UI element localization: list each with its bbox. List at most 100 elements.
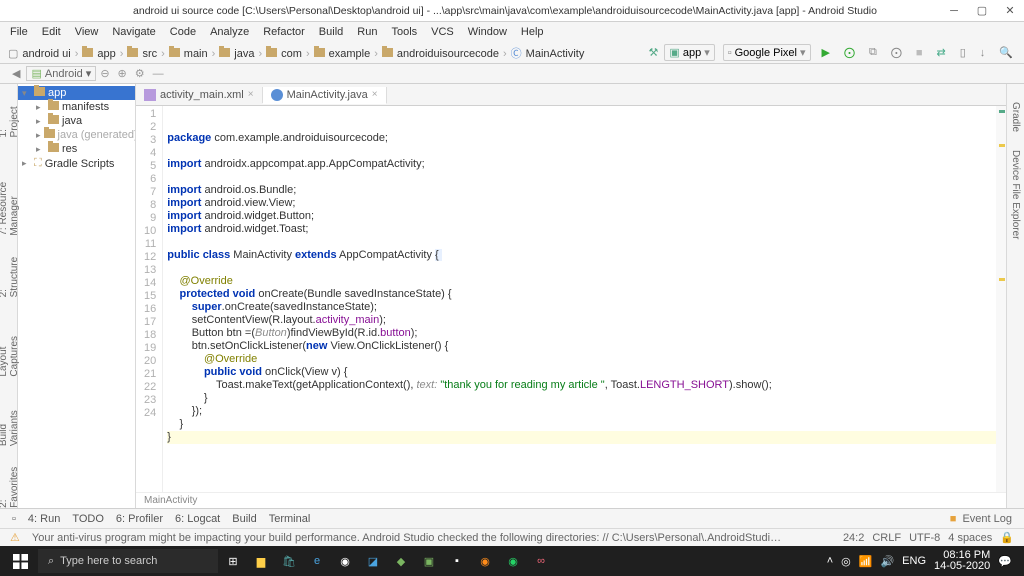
menu-window[interactable]: Window [462, 24, 513, 40]
file-encoding[interactable]: UTF-8 [905, 532, 944, 544]
sync-gradle-button[interactable]: ⇄ [932, 44, 951, 61]
bottom-tool-tab[interactable]: Terminal [263, 511, 317, 527]
tab-close-icon[interactable]: × [248, 89, 254, 100]
tool-window-tab[interactable]: Layout Captures [0, 315, 20, 377]
app-pycharm-icon[interactable]: ▣ [416, 546, 442, 576]
bottom-tool-tab[interactable]: TODO [66, 511, 110, 527]
tree-item[interactable]: ▸res [18, 142, 135, 156]
bottom-messages-icon[interactable]: ▫ [6, 511, 22, 527]
menu-edit[interactable]: Edit [36, 24, 67, 40]
line-separator[interactable]: CRLF [868, 532, 905, 544]
profile-button[interactable]: ⧉ [864, 44, 882, 61]
app-androidstudio-icon[interactable]: ◆ [388, 546, 414, 576]
tree-item[interactable]: ▸⛶Gradle Scripts [18, 156, 135, 171]
app-vscode-icon[interactable]: ◪ [360, 546, 386, 576]
app-whatsapp-icon[interactable]: ◉ [500, 546, 526, 576]
app-edge-icon[interactable]: e [304, 546, 330, 576]
system-tray[interactable]: ˄ ◎ 📶 🔊 ENG 08:16 PM14-05-2020 💬 [819, 550, 1020, 572]
editor-breadcrumb[interactable]: MainActivity [136, 492, 1006, 508]
tray-language-icon[interactable]: ENG [902, 555, 926, 567]
project-tree[interactable]: ▾app▸manifests▸java▸java (generated)▸res… [18, 84, 135, 508]
close-button[interactable]: ✕ [996, 0, 1024, 22]
tab-close-icon[interactable]: × [372, 89, 378, 100]
menu-analyze[interactable]: Analyze [204, 24, 255, 40]
tree-item[interactable]: ▸java (generated) [18, 128, 135, 142]
breadcrumb-item[interactable]: android ui [20, 48, 72, 60]
minimize-button[interactable]: ─ [940, 0, 968, 22]
settings-gear-icon[interactable]: ⚙ [131, 67, 149, 80]
build-hammer-icon[interactable]: ⚒ [649, 46, 659, 59]
breadcrumb-item[interactable]: main [182, 48, 210, 60]
tree-item[interactable]: ▸manifests [18, 100, 135, 114]
event-log-button[interactable]: Event Log [944, 511, 1018, 527]
menu-run[interactable]: Run [351, 24, 383, 40]
menu-refactor[interactable]: Refactor [257, 24, 311, 40]
tool-window-tab[interactable]: Build Variants [0, 395, 20, 446]
search-everywhere-button[interactable]: 🔍 [994, 44, 1018, 61]
tray-wifi-icon[interactable]: 📶 [859, 555, 873, 568]
tree-item[interactable]: ▸java [18, 114, 135, 128]
app-cmd-icon[interactable]: ▪ [444, 546, 470, 576]
error-stripe[interactable] [996, 106, 1006, 492]
menu-vcs[interactable]: VCS [425, 24, 460, 40]
app-other-icon[interactable]: ∞ [528, 546, 554, 576]
tool-window-tab[interactable]: Gradle [1010, 102, 1021, 132]
stop-button[interactable]: ■ [911, 45, 928, 61]
breadcrumb-item[interactable]: java [232, 48, 256, 60]
avd-manager-button[interactable]: ▯ [955, 44, 971, 61]
tool-window-tab[interactable]: Device File Explorer [1010, 150, 1021, 239]
project-arrow-icon[interactable]: ◀ [6, 67, 26, 80]
indent-setting[interactable]: 4 spaces [944, 532, 996, 544]
menu-navigate[interactable]: Navigate [106, 24, 161, 40]
menu-view[interactable]: View [69, 24, 105, 40]
maximize-button[interactable]: ▢ [968, 0, 996, 22]
expand-icon[interactable]: ⊕ [114, 67, 131, 80]
start-button[interactable] [4, 546, 36, 576]
menu-build[interactable]: Build [313, 24, 349, 40]
code-editor[interactable]: 123456789101112131415161718192021222324 … [136, 106, 1006, 492]
app-explorer-icon[interactable]: ▆ [248, 546, 274, 576]
menu-code[interactable]: Code [164, 24, 202, 40]
breadcrumb-item[interactable]: MainActivity [524, 48, 587, 60]
run-button[interactable]: ▶ [817, 44, 835, 61]
app-store-icon[interactable]: 🛍 [276, 546, 302, 576]
bottom-tool-tab[interactable]: 4: Run [22, 511, 66, 527]
tray-location-icon[interactable]: ◎ [841, 555, 851, 568]
tool-window-tab[interactable]: 2: Structure [0, 254, 20, 297]
tray-notifications-icon[interactable]: 💬 [998, 555, 1012, 568]
project-view-selector[interactable]: ▤Android▾ [26, 66, 96, 81]
tray-volume-icon[interactable]: 🔊 [880, 555, 894, 568]
tool-window-tab[interactable]: 7: Resource Manager [0, 155, 20, 236]
taskbar-search[interactable]: ⌕Type here to search [38, 549, 218, 573]
device-selector[interactable]: ▫Google Pixel▾ [723, 44, 811, 61]
menu-tools[interactable]: Tools [385, 24, 423, 40]
tool-window-tab[interactable]: 1: Project [0, 102, 20, 137]
breadcrumb-item[interactable]: src [140, 48, 159, 60]
breadcrumb-item[interactable]: example [327, 48, 373, 60]
run-config-selector[interactable]: ▣app▾ [664, 44, 714, 61]
tray-chevron-icon[interactable]: ˄ [827, 555, 833, 567]
editor-tab[interactable]: activity_main.xml× [136, 87, 263, 103]
code-content[interactable]: package com.example.androiduisourcecode;… [163, 106, 1006, 492]
editor-tab[interactable]: MainActivity.java× [263, 87, 387, 104]
debug-button[interactable]: ⨀ [839, 44, 860, 61]
menu-help[interactable]: Help [515, 24, 550, 40]
app-firefox-icon[interactable]: ◉ [472, 546, 498, 576]
hide-icon[interactable]: — [149, 68, 168, 80]
taskbar-clock[interactable]: 08:16 PM14-05-2020 [934, 550, 990, 572]
task-view-icon[interactable]: ⊞ [220, 546, 246, 576]
tree-item[interactable]: ▾app [18, 86, 135, 100]
attach-debugger-button[interactable]: ⨀ [886, 44, 907, 61]
breadcrumb-item[interactable]: com [279, 48, 304, 60]
tool-window-tab[interactable]: 2: Favorites [0, 464, 20, 508]
breadcrumb-item[interactable]: app [95, 48, 117, 60]
menu-file[interactable]: File [4, 24, 34, 40]
breadcrumb-item[interactable]: androiduisourcecode [395, 48, 501, 60]
collapse-icon[interactable]: ⊖ [96, 67, 113, 80]
lock-icon[interactable]: 🔒 [996, 531, 1018, 544]
bottom-tool-tab[interactable]: 6: Logcat [169, 511, 226, 527]
sdk-manager-button[interactable]: ↓ [975, 45, 991, 61]
app-chrome-icon[interactable]: ◉ [332, 546, 358, 576]
bottom-tool-tab[interactable]: 6: Profiler [110, 511, 169, 527]
bottom-tool-tab[interactable]: Build [226, 511, 262, 527]
